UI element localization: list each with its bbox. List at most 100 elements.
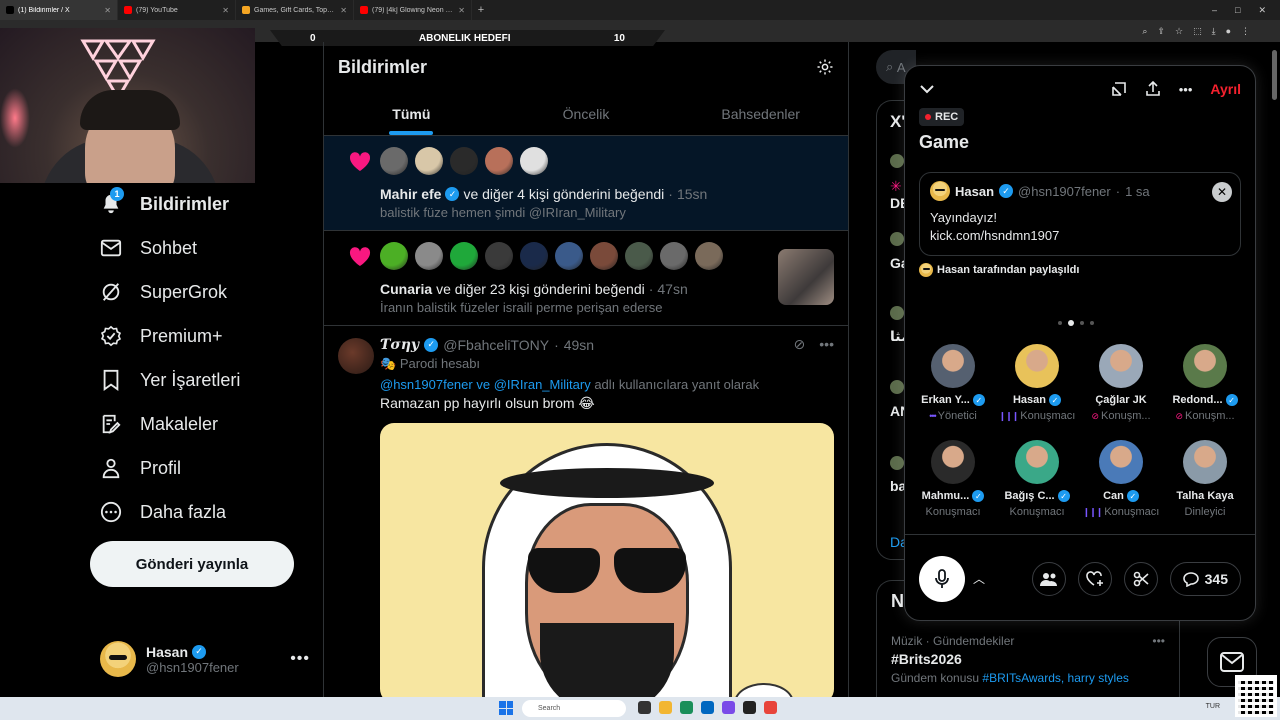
tweet-author-handle[interactable]: @FbahceliTONY — [443, 337, 549, 353]
file-explorer-icon[interactable] — [659, 701, 672, 714]
sidebar-item-bell[interactable]: 1 Bildirimler — [90, 182, 320, 226]
participant[interactable]: Bağış C... ✓ Konuşmacı — [995, 438, 1079, 524]
tab-2[interactable]: Bahsedenler — [673, 92, 848, 135]
participant[interactable]: Erkan Y... ✓ ••• Yönetici — [911, 342, 995, 428]
react-button[interactable] — [1077, 561, 1112, 596]
avatar[interactable] — [415, 242, 443, 270]
scrollbar[interactable] — [1270, 44, 1278, 694]
avatar[interactable] — [380, 242, 408, 270]
browser-tab[interactable]: (79) [4k] Glowing Neon Circle...✕ — [354, 0, 472, 20]
profile-icon[interactable]: ● — [1226, 26, 1231, 37]
pinned-link[interactable]: kick.com/hsndmn1907 — [930, 227, 1230, 245]
avatar[interactable] — [590, 242, 618, 270]
avatar[interactable] — [450, 242, 478, 270]
tab-close-icon[interactable]: ✕ — [222, 6, 229, 15]
language-indicator[interactable]: TUR — [1206, 703, 1220, 710]
edge-icon[interactable] — [680, 701, 693, 714]
avatar[interactable] — [380, 147, 408, 175]
chevron-up-icon[interactable]: ︿ — [973, 570, 985, 587]
sidebar-item-person[interactable]: Profil — [90, 446, 320, 490]
trend-title[interactable]: #Brits2026 — [891, 651, 1165, 667]
avatar[interactable] — [520, 242, 548, 270]
participants-button[interactable] — [1031, 561, 1066, 596]
download-icon[interactable]: ⤓ — [1212, 26, 1216, 37]
share-icon[interactable] — [1145, 81, 1161, 97]
tweet-image[interactable] — [380, 423, 834, 697]
task-view-icon[interactable] — [638, 701, 651, 714]
avatar[interactable] — [625, 242, 653, 270]
zoom-icon[interactable]: ⌕ — [1142, 26, 1147, 37]
participant[interactable]: Redond... ✓ ⊘ Konuşm... — [1163, 342, 1247, 428]
notification-item[interactable]: Cunaria ve diğer 23 kişi gönderini beğend… — [324, 231, 848, 326]
tab-1[interactable]: Öncelik — [499, 92, 674, 135]
menu-icon[interactable]: ⋮ — [1241, 26, 1250, 37]
windows-start-icon[interactable] — [499, 701, 513, 715]
participant[interactable]: Mahmu... ✓ Konuşmacı — [911, 438, 995, 524]
avatar[interactable] — [485, 242, 513, 270]
clip-button[interactable] — [1123, 561, 1158, 596]
share-icon[interactable]: ⇪ — [1157, 26, 1165, 37]
microphone-button[interactable] — [919, 555, 965, 602]
sidebar-item-bookmark[interactable]: Yer İşaretleri — [90, 358, 320, 402]
mention-link[interactable]: @hsn1907fener — [380, 377, 473, 392]
tweet-time[interactable]: 49sn — [564, 337, 594, 353]
leave-button[interactable]: Ayrıl — [1210, 81, 1241, 97]
tab-close-icon[interactable]: ✕ — [104, 6, 111, 15]
avatar[interactable] — [660, 242, 688, 270]
more-icon[interactable]: ••• — [1152, 634, 1165, 648]
mail-app-icon[interactable] — [701, 701, 714, 714]
tab-close-icon[interactable]: ✕ — [458, 6, 465, 15]
post-button[interactable]: Gönderi yayınla — [90, 541, 294, 587]
tweet-author-name[interactable]: Ƭσηу — [380, 337, 419, 353]
more-icon[interactable]: ••• — [1179, 82, 1193, 97]
avatar[interactable] — [555, 242, 583, 270]
avatar[interactable] — [415, 147, 443, 175]
app-icon[interactable] — [722, 701, 735, 714]
browser-tab[interactable]: (79) YouTube ✕ — [118, 0, 236, 20]
dock-icon[interactable] — [1111, 81, 1127, 97]
tab-close-icon[interactable]: ✕ — [340, 6, 347, 15]
account-switcher[interactable]: Hasan ✓ @hsn1907fener ••• — [100, 637, 310, 681]
participant[interactable]: Can ✓ ❙❙❙ Konuşmacı — [1079, 438, 1163, 524]
reply-tweet[interactable]: Ƭσηу ✓ @FbahceliTONY · 49sn ⊘ ••• 🎭 Paro… — [324, 326, 848, 697]
tab-0[interactable]: Tümü — [324, 92, 499, 135]
chrome-icon[interactable] — [764, 701, 777, 714]
settings-gear-icon[interactable] — [816, 58, 834, 76]
avatar[interactable] — [695, 242, 723, 270]
participant[interactable]: Hasan ✓ ❙❙❙ Konuşmacı — [995, 342, 1079, 428]
participant[interactable]: Talha Kaya Dinleyici — [1163, 438, 1247, 524]
taskbar-search[interactable]: Search — [522, 700, 626, 717]
close-icon[interactable]: ✕ — [1212, 182, 1232, 202]
sidebar-item-grok[interactable]: SuperGrok — [90, 270, 320, 314]
avatar[interactable] — [450, 147, 478, 175]
star-icon[interactable]: ☆ — [1175, 26, 1183, 37]
collapse-chevron-icon[interactable] — [919, 81, 935, 97]
avatar[interactable] — [520, 147, 548, 175]
avatar[interactable] — [485, 147, 513, 175]
close-window-icon[interactable]: ✕ — [1258, 5, 1266, 16]
notification-item[interactable]: Mahir efe ✓ ve diğer 4 kişi gönderini beğe… — [324, 136, 848, 231]
new-tab-button[interactable]: + — [472, 0, 490, 20]
more-icon[interactable]: ••• — [819, 336, 834, 353]
mention-link[interactable]: @IRIran_Military — [494, 377, 591, 392]
notification-actor[interactable]: Mahir efe — [380, 186, 441, 202]
post-thumbnail-image[interactable] — [778, 249, 834, 305]
sidebar-item-article[interactable]: Makaleler — [90, 402, 320, 446]
sidebar-item-mail[interactable]: Sohbet — [90, 226, 320, 270]
carousel-dots[interactable] — [1058, 320, 1094, 326]
sidebar-item-premium[interactable]: Premium+ — [90, 314, 320, 358]
comments-button[interactable]: 345 — [1169, 561, 1241, 596]
obs-icon[interactable] — [743, 701, 756, 714]
browser-tab[interactable]: (1) Bildirimler / X ✕ — [0, 0, 118, 20]
grok-icon[interactable]: ⊘ — [794, 336, 806, 353]
minimize-icon[interactable]: – — [1212, 5, 1217, 15]
tweet-avatar[interactable] — [338, 338, 374, 374]
maximize-icon[interactable]: □ — [1235, 5, 1240, 15]
sidebar-item-more-circle[interactable]: Daha fazla — [90, 490, 320, 534]
participant[interactable]: Çağlar JK ⊘ Konuşm... — [1079, 342, 1163, 428]
browser-tab[interactable]: Games, Gift Cards, Top-Ups & V... ✕ — [236, 0, 354, 20]
trend-context-tags[interactable]: #BRITsAwards, harry styles — [982, 671, 1129, 685]
extensions-icon[interactable]: ⬚ — [1193, 26, 1202, 37]
more-icon[interactable]: ••• — [290, 650, 310, 668]
notification-actor[interactable]: Cunaria — [380, 281, 432, 297]
